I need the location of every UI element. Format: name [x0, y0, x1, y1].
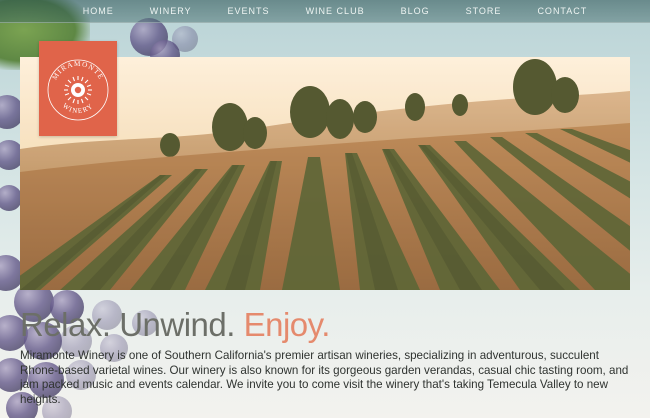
nav-item-home[interactable]: HOME [65, 6, 132, 16]
nav-item-contact[interactable]: CONTACT [519, 6, 605, 16]
page-headline: Relax. Unwind. Enjoy. [20, 306, 330, 344]
intro-paragraph: Miramonte Winery is one of Southern Cali… [20, 349, 629, 406]
main-navigation: HOME WINERY EVENTS WINE CLUB BLOG STORE … [0, 0, 650, 23]
nav-item-events[interactable]: EVENTS [210, 6, 288, 16]
nav-item-blog[interactable]: BLOG [383, 6, 448, 16]
headline-accent-text: Enjoy. [243, 306, 331, 343]
miramonte-winery-logo[interactable]: MIRAMONTE WINERY [39, 41, 117, 136]
sun-emblem-icon: MIRAMONTE WINERY [47, 59, 109, 120]
nav-item-store[interactable]: STORE [448, 6, 520, 16]
nav-item-wine-club[interactable]: WINE CLUB [288, 6, 383, 16]
nav-item-winery[interactable]: WINERY [132, 6, 210, 16]
headline-text: Relax. Unwind. [20, 306, 244, 343]
